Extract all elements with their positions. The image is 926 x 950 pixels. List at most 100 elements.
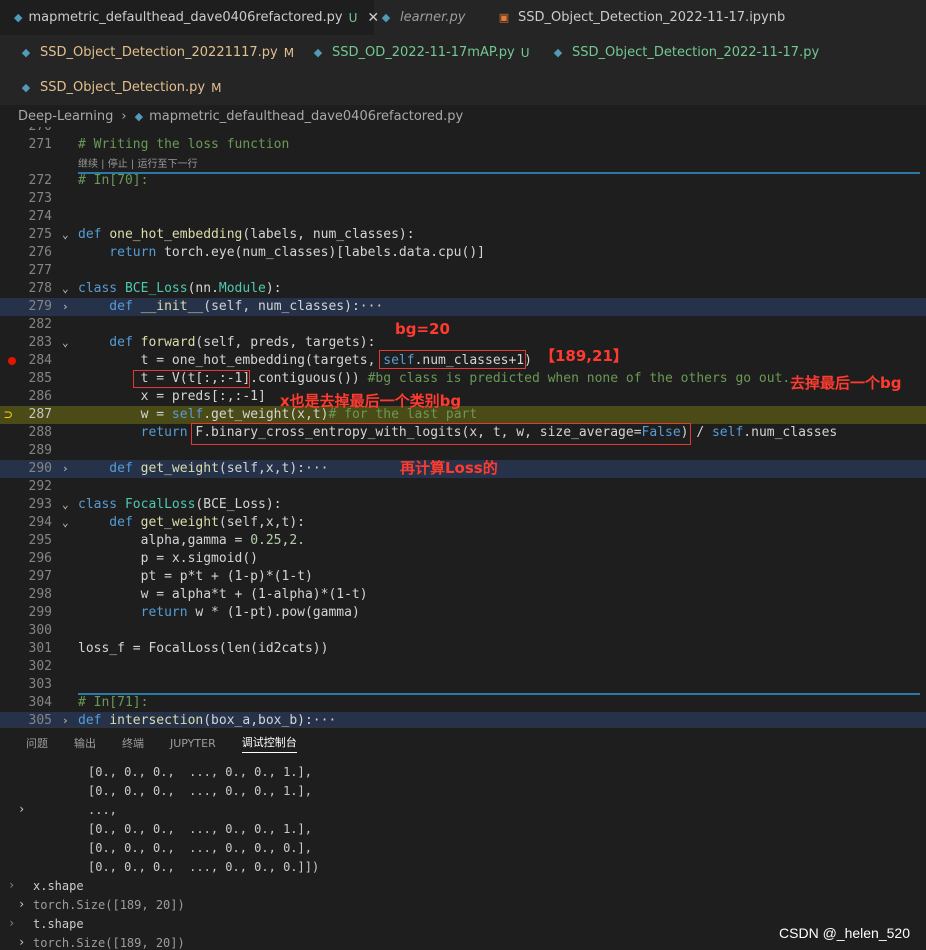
notebook-file-icon: ▣ — [498, 11, 510, 24]
annotation-bg: bg=20 — [395, 320, 450, 338]
tab-mapmetric[interactable]: ◆ mapmetric_defaulthead_dave0406refactor… — [0, 0, 379, 35]
codelens-actions[interactable]: 继续 | 停止 | 运行至下一行 — [78, 155, 197, 170]
annotation-loss-note: 再计算Loss的 — [400, 459, 498, 477]
console-output-line: [0., 0., 0., ..., 0., 0., 1.], — [88, 822, 312, 836]
code-line: 299 return w * (1-pt).pow(gamma) — [0, 604, 926, 622]
line-number: 285 — [28, 371, 52, 386]
code-line: 295 alpha,gamma = 0.25,2. — [0, 532, 926, 550]
chevron-down-icon[interactable]: ⌄ — [62, 496, 69, 514]
chevron-down-icon[interactable]: ⌄ — [62, 280, 69, 298]
line-number: 279 — [28, 299, 52, 314]
python-file-icon: ◆ — [313, 46, 323, 59]
code-text: self — [171, 407, 204, 422]
code-line: 275 ⌄ def one_hot_embedding(labels, num_c… — [0, 226, 926, 244]
chevron-down-icon[interactable]: ⌄ — [62, 514, 69, 532]
code-line: 273 — [0, 190, 926, 208]
line-number: 293 — [28, 497, 52, 512]
code-text: return — [78, 245, 165, 260]
line-number: 303 — [28, 677, 52, 692]
code-text: #bg class is predicted when none of the … — [367, 371, 791, 386]
line-number: 290 — [28, 461, 52, 476]
code-text: def — [78, 713, 110, 727]
chevron-right-icon[interactable]: › — [18, 802, 25, 816]
code-line: 304 # In[71]: — [0, 694, 926, 712]
tab-ssd-20221117[interactable]: ◆ SSD_Object_Detection_20221117.py M — [18, 35, 294, 70]
editor-tab-bar: ◆ mapmetric_defaulthead_dave0406refactor… — [0, 0, 926, 105]
chevron-right-icon[interactable]: › — [62, 298, 69, 316]
code-text: intersection — [109, 713, 204, 727]
chevron-right-icon[interactable]: › — [62, 712, 69, 727]
tab-learner[interactable]: ◆ learner.py — [378, 0, 466, 35]
code-text: Module — [218, 281, 266, 296]
chevron-right-icon[interactable]: › — [18, 935, 25, 949]
chevron-right-icon[interactable]: › — [62, 460, 69, 478]
code-line: 303 — [0, 676, 926, 694]
tab-debug-console[interactable]: 调试控制台 — [241, 734, 297, 753]
code-text: x = preds[:,:-1] — [78, 389, 266, 404]
code-line: 270 — [0, 127, 926, 136]
code-line: 296 p = x.sigmoid() — [0, 550, 926, 568]
annotation-shape: 【189,21】 — [540, 347, 628, 365]
console-output-line: ..., — [88, 803, 117, 817]
line-number: 271 — [28, 137, 52, 152]
code-text: return — [78, 605, 196, 620]
code-line: 300 — [0, 622, 926, 640]
breadcrumb-folder[interactable]: Deep-Learning — [18, 109, 113, 124]
chevron-down-icon[interactable]: ⌄ — [62, 334, 69, 352]
tab-jupyter[interactable]: JUPYTER — [170, 737, 216, 750]
code-line: 302 — [0, 658, 926, 676]
tab-ssd-object-detection[interactable]: ◆ SSD_Object_Detection.py M — [18, 70, 222, 105]
code-text: (self,x,t):··· — [218, 461, 329, 476]
code-line: 297 pt = p*t + (1-p)*(1-t) — [0, 568, 926, 586]
debug-console-panel: 问题 输出 终端 JUPYTER 调试控制台 [0., 0., 0., ...,… — [0, 727, 926, 950]
code-text: (self, num_classes):··· — [203, 299, 384, 314]
code-text: one_hot_embedding — [109, 227, 243, 242]
python-file-icon: ◆ — [553, 46, 563, 59]
code-line: 271 # Writing the loss function — [0, 136, 926, 154]
code-editor[interactable]: 270 271 # Writing the loss function 继续 | … — [0, 127, 926, 727]
tab-output[interactable]: 输出 — [74, 735, 96, 751]
line-number: 273 — [28, 191, 52, 206]
line-number: 292 — [28, 479, 52, 494]
line-number: 284 — [28, 353, 52, 368]
code-text: torch.eye(num_classes)[labels.data.cpu()… — [164, 245, 485, 260]
chevron-right-icon[interactable]: › — [18, 897, 25, 911]
code-text: def — [78, 227, 110, 242]
code-text: def — [78, 335, 141, 350]
tab-ssd-2022-11-17[interactable]: ◆ SSD_Object_Detection_2022-11-17.py — [550, 35, 819, 70]
code-text: 0.25 — [250, 533, 282, 548]
code-line: 282 — [0, 316, 926, 334]
code-text: return — [78, 425, 196, 440]
panel-tabs: 问题 输出 终端 JUPYTER 调试控制台 — [0, 728, 297, 758]
console-command: t.shape — [33, 917, 84, 931]
code-line: 292 — [0, 478, 926, 496]
code-line: 276 return torch.eye(num_classes)[labels… — [0, 244, 926, 262]
code-text: (self, preds, targets): — [195, 335, 376, 350]
tab-ssd-od-map[interactable]: ◆ SSD_OD_2022-11-17mAP.py U — [310, 35, 530, 70]
code-text: def — [78, 299, 141, 314]
modified-badge: M — [211, 80, 222, 95]
code-text: (self,x,t): — [218, 515, 305, 530]
line-number: 276 — [28, 245, 52, 260]
code-text: forward — [140, 335, 196, 350]
tab-ipynb[interactable]: ▣ SSD_Object_Detection_2022-11-17.ipynb — [496, 0, 785, 35]
code-text: w = alpha*t + (1-alpha)*(1-t) — [78, 587, 368, 602]
console-output-line: [0., 0., 0., ..., 0., 0., 1.], — [88, 784, 312, 798]
code-text: # In[71]: — [78, 695, 149, 710]
tab-terminal[interactable]: 终端 — [122, 735, 144, 751]
line-number: 295 — [28, 533, 52, 548]
code-line: 298 w = alpha*t + (1-alpha)*(1-t) — [0, 586, 926, 604]
line-number: 288 — [28, 425, 52, 440]
code-text: class — [78, 497, 125, 512]
tab-problems[interactable]: 问题 — [26, 735, 48, 751]
line-number: 305 — [28, 713, 52, 727]
highlight-box-slice — [133, 370, 250, 388]
code-text: loss_f = FocalLoss(len(id2cats)) — [78, 641, 329, 656]
code-text: .num_classes — [743, 425, 838, 440]
modified-badge: M — [283, 45, 295, 60]
code-text: w * (1-pt).pow(gamma) — [195, 605, 360, 620]
line-number: 282 — [28, 317, 52, 332]
line-number: 274 — [28, 209, 52, 224]
breadcrumb-file[interactable]: mapmetric_defaulthead_dave0406refactored… — [149, 109, 463, 124]
chevron-down-icon[interactable]: ⌄ — [62, 226, 69, 244]
